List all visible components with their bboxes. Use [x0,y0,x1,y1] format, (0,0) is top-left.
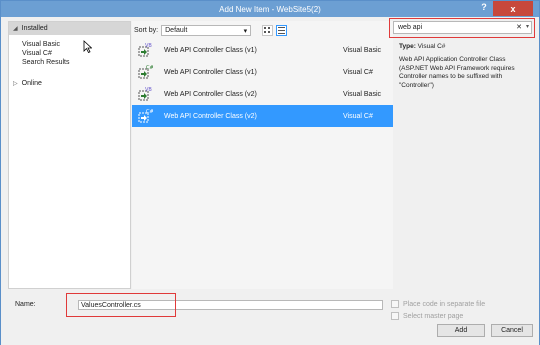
checkbox-box[interactable] [391,300,399,308]
template-name: Web API Controller Class (v2) [164,112,257,120]
list-view-icon [278,27,286,34]
template-description: Web API Application Controller Class (AS… [399,55,515,90]
template-details-panel: Type: Visual C# Web API Application Cont… [399,43,533,91]
tree-item-online[interactable]: ▷ Online [13,80,42,87]
footer-area: Name: ValuesController.cs Place code in … [1,292,539,345]
vb-controller-icon: VB [138,87,152,101]
tree-item-online-label: Online [21,80,42,87]
medium-icons-view-button[interactable] [262,25,274,36]
template-name: Web API Controller Class (v1) [164,68,257,76]
cs-controller-icon: C# [138,109,153,123]
type-label: Type: [399,43,416,50]
list-view-button[interactable] [276,25,288,36]
template-name: Web API Controller Class (v2) [164,90,257,98]
cancel-button[interactable]: Cancel [491,324,533,337]
chevron-down-icon: ▾ [243,27,248,35]
template-row-cs-v1[interactable]: C# Web API Controller Class (v1) Visual … [132,61,393,83]
svg-text:VB: VB [145,87,152,93]
tree-item-visual-csharp[interactable]: Visual C# [22,50,52,57]
template-name: Web API Controller Class (v1) [164,46,257,54]
close-button[interactable]: x [493,1,533,16]
window-title: Add New Item - WebSite5(2) [219,4,321,14]
help-button[interactable]: ? [477,2,491,15]
mouse-cursor-icon [83,40,92,53]
template-language: Visual C# [343,68,373,76]
template-list-pane: Sort by: Default ▾ VB Web API Controller… [132,21,393,289]
tree-item-search-results[interactable]: Search Results [22,59,69,66]
collapse-triangle-icon[interactable]: ◢ [13,25,18,32]
name-highlight-outline [66,293,176,317]
sort-label: Sort by: [134,27,159,34]
grid-view-icon [264,27,271,33]
checkbox-box[interactable] [391,312,399,320]
type-value: Visual C# [417,43,446,50]
template-language: Visual Basic [343,90,382,98]
add-new-item-dialog: Add New Item - WebSite5(2) ? x ◢ Install… [0,0,540,345]
type-row: Type: Visual C# [399,43,533,52]
search-highlight-outline [389,18,535,38]
add-button[interactable]: Add [437,324,485,337]
svg-text:C#: C# [146,65,153,71]
tree-item-visual-basic[interactable]: Visual Basic [22,41,60,48]
template-category-tree: ◢ Installed Visual Basic Visual C# Searc… [8,21,131,289]
svg-text:C#: C# [146,109,153,115]
master-page-checkbox[interactable]: Select master page [391,312,463,320]
name-label: Name: [15,301,36,308]
vb-controller-icon: VB [138,43,152,57]
sort-select[interactable]: Default ▾ [161,25,252,36]
template-language: Visual C# [343,112,373,120]
sort-bar: Sort by: Default ▾ [134,25,288,36]
expand-triangle-icon[interactable]: ▷ [13,80,18,87]
template-row-cs-v2[interactable]: C# Web API Controller Class (v2) Visual … [132,105,393,127]
template-row-vb-v2[interactable]: VB Web API Controller Class (v2) Visual … [132,83,393,105]
master-page-label: Select master page [403,312,464,320]
cs-controller-icon: C# [138,65,153,79]
svg-text:VB: VB [145,43,152,49]
template-row-vb-v1[interactable]: VB Web API Controller Class (v1) Visual … [132,39,393,61]
tree-item-installed-label: Installed [21,25,48,32]
sort-select-value: Default [165,27,188,34]
template-list: VB Web API Controller Class (v1) Visual … [132,39,393,127]
tree-item-installed[interactable]: ◢ Installed [9,22,130,35]
place-code-label: Place code in separate file [403,300,486,308]
title-bar: Add New Item - WebSite5(2) ? x [1,1,539,17]
template-language: Visual Basic [343,46,382,54]
place-code-checkbox[interactable]: Place code in separate file [391,300,485,308]
